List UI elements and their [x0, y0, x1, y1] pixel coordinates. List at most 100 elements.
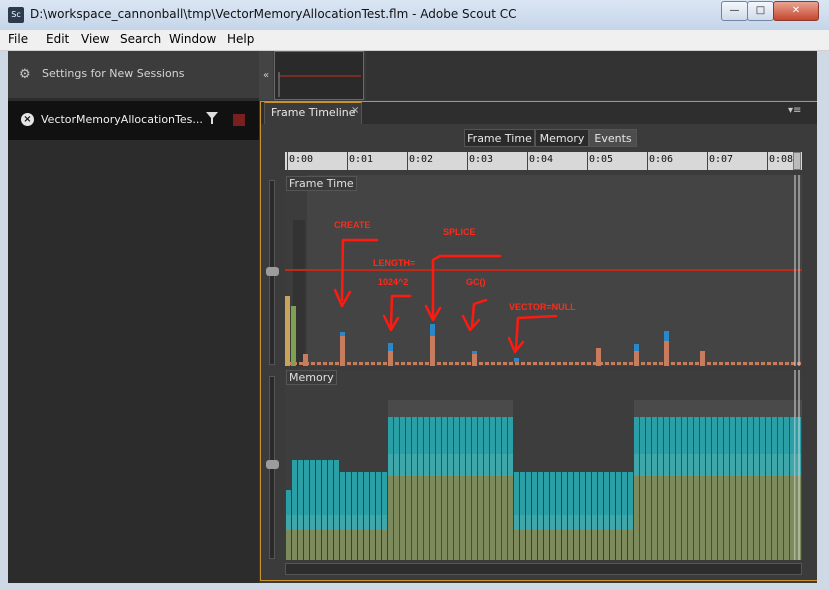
frame-bar	[605, 362, 609, 365]
memory-bar-teal	[286, 490, 291, 515]
memory-bar-olive	[742, 476, 747, 560]
menu-help[interactable]: Help	[227, 32, 254, 46]
frame-bar	[443, 362, 447, 365]
frame-bar	[551, 362, 555, 365]
horizontal-scrollbar[interactable]	[285, 563, 802, 575]
memory-bar-teal	[448, 417, 453, 454]
memory-bar-mid	[694, 454, 699, 476]
memory-bar-teal	[664, 417, 669, 454]
frame-time-graph[interactable]	[285, 175, 802, 366]
memory-bar-olive	[526, 530, 531, 560]
memory-bar-teal	[652, 417, 657, 454]
frame-bar	[677, 362, 681, 365]
memory-bar-teal	[598, 472, 603, 515]
memory-bar-olive	[532, 530, 537, 560]
collapse-sidebar-button[interactable]: «	[259, 51, 273, 100]
filter-icon[interactable]	[206, 112, 218, 127]
memory-bar-olive	[286, 530, 291, 560]
memory-bar-mid	[496, 454, 501, 476]
memory-bar-olive	[622, 530, 627, 560]
menu-view[interactable]: View	[81, 32, 109, 46]
memory-bar-teal	[742, 417, 747, 454]
memory-bar-teal	[718, 417, 723, 454]
ruler-tick-mark	[407, 152, 408, 170]
memory-bar-teal	[712, 417, 717, 454]
frame-bar	[761, 362, 765, 365]
memory-bar-olive	[610, 530, 615, 560]
memory-bar-teal	[688, 417, 693, 454]
memory-bar-teal	[490, 417, 495, 454]
frame-bar	[425, 362, 429, 365]
memory-bar-mid	[382, 515, 387, 530]
frame-spike-gc	[634, 344, 639, 351]
memory-bar-teal	[442, 417, 447, 454]
memory-bar-mid	[358, 515, 363, 530]
window-border-left	[0, 51, 8, 590]
memory-bar-mid	[364, 515, 369, 530]
memory-bar-olive	[496, 476, 501, 560]
memory-bar-mid	[706, 454, 711, 476]
stop-recording-icon[interactable]	[233, 114, 245, 126]
memory-bar-olive	[358, 530, 363, 560]
memory-bar-olive	[304, 530, 309, 560]
frame-bar	[437, 362, 441, 365]
memory-bar-teal	[394, 417, 399, 454]
time-ruler[interactable]: 0:00 0:01 0:02 0:03 0:04 0:05 0:06 0:07 0:08	[285, 152, 802, 170]
memory-bar-olive	[370, 530, 375, 560]
memory-bar-mid	[778, 454, 783, 476]
memory-bar-olive	[328, 530, 333, 560]
frame-spike-gc	[340, 332, 345, 336]
memory-bar-olive	[766, 476, 771, 560]
frame-bar	[455, 362, 459, 365]
menu-window[interactable]: Window	[169, 32, 216, 46]
memory-bar-olive	[628, 530, 633, 560]
frame-time-zoom-thumb[interactable]	[266, 267, 279, 276]
memory-bar-mid	[346, 515, 351, 530]
segment-frame-time[interactable]: Frame Time	[464, 129, 535, 147]
memory-bar-teal	[484, 417, 489, 454]
memory-bar-teal	[724, 417, 729, 454]
window-title: D:\workspace_cannonball\tmp\VectorMemory…	[30, 7, 517, 21]
memory-bar-olive	[472, 476, 477, 560]
memory-bar-olive	[748, 476, 753, 560]
frame-bar	[749, 362, 753, 365]
frame-bar	[371, 362, 375, 365]
menu-file[interactable]: File	[8, 32, 28, 46]
ruler-tick-mark	[527, 152, 528, 170]
frame-bar	[713, 362, 717, 365]
frame-bar	[707, 362, 711, 365]
maximize-button[interactable]: □	[747, 1, 774, 21]
memory-bar-mid	[514, 515, 519, 530]
gear-icon: ⚙	[19, 67, 31, 82]
memory-bar-olive	[778, 476, 783, 560]
frame-bar	[653, 362, 657, 365]
menu-search[interactable]: Search	[120, 32, 161, 46]
memory-bar-teal	[436, 417, 441, 454]
menu-edit[interactable]: Edit	[46, 32, 69, 46]
segment-events[interactable]: Events	[589, 129, 637, 147]
memory-zoom-thumb[interactable]	[266, 460, 279, 469]
memory-bar-mid	[448, 454, 453, 476]
memory-graph[interactable]	[285, 370, 802, 560]
memory-bar-olive	[550, 530, 555, 560]
memory-bar-mid	[400, 454, 405, 476]
memory-bar-olive	[436, 476, 441, 560]
playhead-handle[interactable]	[793, 152, 801, 170]
memory-bar-olive	[484, 476, 489, 560]
session-overview-thumbnail[interactable]	[274, 51, 364, 100]
panel-menu-icon[interactable]: ▾≡	[788, 105, 801, 116]
memory-bar-mid	[502, 454, 507, 476]
close-button[interactable]: ✕	[773, 1, 819, 21]
memory-bar-mid	[430, 454, 435, 476]
segment-memory[interactable]: Memory	[535, 129, 589, 147]
frame-spike	[634, 351, 639, 366]
frame-bar	[767, 362, 771, 365]
memory-bar-teal	[298, 460, 303, 515]
tab-close-icon[interactable]: ×	[351, 105, 359, 116]
close-session-icon[interactable]: ×	[21, 113, 34, 126]
memory-bar-teal	[544, 472, 549, 515]
memory-bar-teal	[334, 460, 339, 515]
memory-bar-olive	[562, 530, 567, 560]
minimize-button[interactable]: —	[721, 1, 748, 21]
frame-spike	[291, 306, 296, 366]
